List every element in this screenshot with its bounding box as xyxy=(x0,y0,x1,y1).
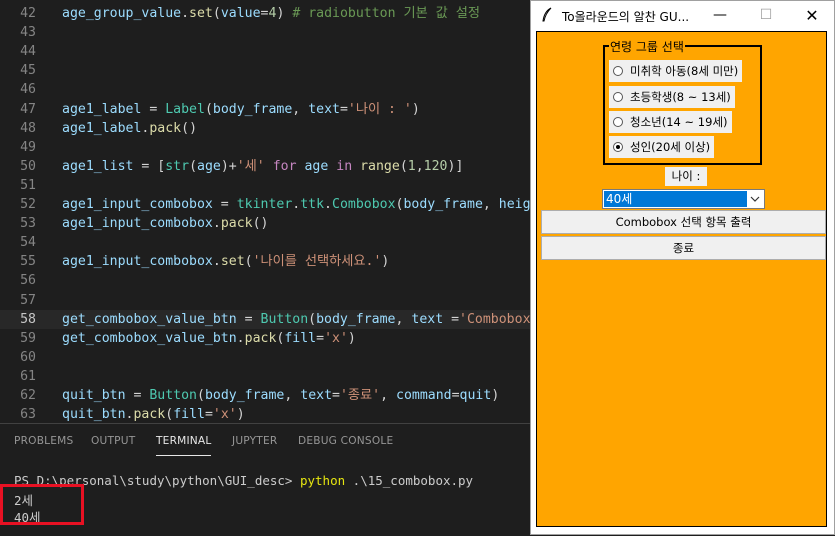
code-text: quit_btn = Button(body_frame, text='종료',… xyxy=(62,388,500,403)
radio-label: 성인(20세 이상) xyxy=(630,140,711,154)
radio-button-icon xyxy=(613,66,623,76)
radio-label: 미취학 아동(8세 미만) xyxy=(630,64,739,78)
tab-debug-console[interactable]: DEBUG CONSOLE xyxy=(298,435,393,447)
radio-button-icon xyxy=(613,92,623,102)
quit-button[interactable]: 종료 xyxy=(541,236,826,260)
line-number: 57 xyxy=(20,292,36,308)
panel-tabs: PROBLEMS OUTPUT TERMINAL JUPYTER DEBUG C… xyxy=(0,424,535,460)
code-line[interactable]: 58 get_combobox_value_btn = Button(body_f… xyxy=(0,309,535,329)
tab-jupyter[interactable]: JUPYTER xyxy=(232,435,277,447)
output-highlight-box xyxy=(0,484,84,525)
window-title: To올라운드의 알찬 GU... xyxy=(562,10,690,24)
code-text: age1_list = [str(age)+'세' for age in ran… xyxy=(62,158,464,174)
line-number: 50 xyxy=(20,158,36,174)
code-text: get_combobox_value_btn = Button(body_fra… xyxy=(62,311,531,327)
radio-elementary[interactable]: 초등학생(8 ~ 13세) xyxy=(609,86,735,108)
terminal-command: python xyxy=(299,473,346,488)
line-number: 49 xyxy=(20,139,36,155)
line-number: 54 xyxy=(20,235,36,251)
line-number: 62 xyxy=(20,388,36,403)
code-text: age1_input_combobox.pack() xyxy=(62,216,269,232)
code-text: get_combobox_value_btn.pack(fill='x') xyxy=(62,330,356,346)
line-number: 60 xyxy=(20,349,36,365)
chevron-down-icon[interactable] xyxy=(748,192,762,206)
radio-preschool[interactable]: 미취학 아동(8세 미만) xyxy=(609,60,743,82)
feather-icon xyxy=(542,7,552,22)
maximize-button[interactable]: ☐ xyxy=(743,1,789,30)
radio-label: 청소년(14 ~ 19세) xyxy=(630,115,728,129)
line-number: 42 xyxy=(20,6,36,21)
radio-teen[interactable]: 청소년(14 ~ 19세) xyxy=(609,111,732,133)
age-label: 나이 : xyxy=(665,167,707,186)
line-number: 48 xyxy=(20,120,36,136)
line-number: 63 xyxy=(20,407,36,423)
line-number: 58 xyxy=(20,311,36,327)
combobox-value: 40세 xyxy=(604,191,747,207)
body-frame: 연령 그룹 선택 미취학 아동(8세 미만) 초등학생(8 ~ 13세) 청소년… xyxy=(536,31,827,527)
line-number: 52 xyxy=(20,197,36,212)
tab-terminal[interactable]: TERMINAL xyxy=(156,435,212,456)
code-text: quit_btn.pack(fill='x') xyxy=(62,407,245,423)
tab-output[interactable]: OUTPUT xyxy=(91,435,135,447)
radio-label: 초등학생(8 ~ 13세) xyxy=(630,90,731,104)
line-number: 56 xyxy=(20,273,36,289)
tab-problems[interactable]: PROBLEMS xyxy=(14,435,73,447)
close-button[interactable]: ✕ xyxy=(789,1,835,30)
line-number: 46 xyxy=(20,82,36,98)
code-text: age1_label.pack() xyxy=(62,120,198,136)
radio-button-icon xyxy=(613,117,623,127)
line-number: 59 xyxy=(20,330,36,346)
line-number: 55 xyxy=(20,254,36,270)
code-text: age1_label = Label(body_frame, text='나이 … xyxy=(62,101,420,117)
age-combobox[interactable]: 40세 xyxy=(602,189,765,209)
line-number: 44 xyxy=(20,44,36,60)
line-number: 51 xyxy=(20,177,36,193)
radio-adult[interactable]: 성인(20세 이상) xyxy=(609,136,715,158)
line-number: 45 xyxy=(20,63,36,79)
window-titlebar[interactable]: To올라운드의 알찬 GU... — ☐ ✕ xyxy=(531,1,834,30)
line-number: 47 xyxy=(20,101,36,117)
age-group-label: 연령 그룹 선택 xyxy=(609,38,685,55)
code-text: age_group_value.set(value=4) # radiobutt… xyxy=(62,6,481,21)
line-number: 61 xyxy=(20,368,36,384)
line-number: 53 xyxy=(20,216,36,232)
radio-button-checked-icon xyxy=(613,142,623,152)
tk-window: To올라운드의 알찬 GU... — ☐ ✕ 연령 그룹 선택 미취학 아동(8… xyxy=(530,0,835,535)
code-editor[interactable]: 42 age_group_value.set(value=4) # radiobu… xyxy=(0,0,535,423)
terminal-args: .\15_combobox.py xyxy=(345,473,474,488)
minimize-button[interactable]: — xyxy=(697,1,743,30)
code-text: age1_input_combobox = tkinter.ttk.Combob… xyxy=(62,197,535,212)
code-text: age1_input_combobox.set('나이를 선택하세요.') xyxy=(62,254,390,270)
line-number: 43 xyxy=(20,25,36,41)
print-combobox-button[interactable]: Combobox 선택 항목 출력 xyxy=(541,210,826,234)
